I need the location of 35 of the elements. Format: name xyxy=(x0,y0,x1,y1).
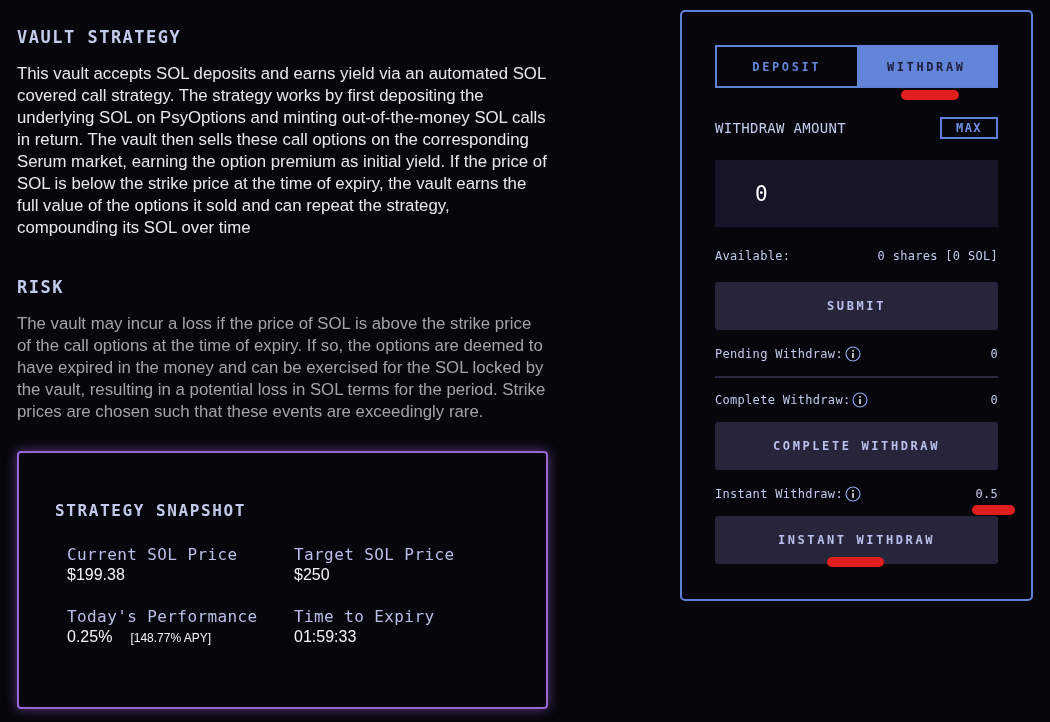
stat-label: Current SOL Price xyxy=(67,545,239,565)
amount-field[interactable]: 0 xyxy=(715,160,998,227)
stat-label: Time to Expiry xyxy=(294,607,436,627)
stat-value: 0 xyxy=(990,393,998,407)
amount-label: WITHDRAW AMOUNT xyxy=(715,120,846,136)
info-icon[interactable] xyxy=(852,392,869,408)
max-button[interactable]: MAX xyxy=(940,117,998,139)
stat-label: Pending Withdraw: xyxy=(715,347,843,361)
stat-note: [148.77% APY] xyxy=(130,631,212,645)
stat-label: Today's Performance xyxy=(67,607,259,627)
section-heading: RISK xyxy=(17,277,65,297)
underline-mark xyxy=(972,505,1015,515)
stat-label: Target SOL Price xyxy=(294,545,456,565)
stat-label: Complete Withdraw: xyxy=(715,393,851,407)
available-value: 0 shares [0 SOL] xyxy=(877,249,998,263)
underline-mark xyxy=(827,557,884,567)
stat-value: $199.38 xyxy=(67,565,125,585)
action-button[interactable]: INSTANT WITHDRAW xyxy=(715,516,998,564)
stat-value: $250 xyxy=(294,565,330,585)
stat-value: 0 xyxy=(990,347,998,361)
mode-tab[interactable]: WITHDRAW xyxy=(856,47,996,86)
stat-value: 01:59:33 xyxy=(294,627,357,647)
section-paragraph: The vault may incur a loss if the price of SOL is above the strike price of the call options at the time of expiry. If so, the options are deemed to have expired in the money and can be exercised for the SOL locked by the vault, resulting in a potential loss in SOL terms for the period. Strike prices are chosen such that these events are exceedingly rare. xyxy=(17,313,547,423)
section-paragraph: This vault accepts SOL deposits and earns yield via an automated SOL covered call strategy. The strategy works by first depositing the underlying SOL on PsyOptions and minting out-of-the-money SOL calls in return. The vault then sells these call options on the corresponding Serum market, earning the option premium as initial yield. If the price of SOL is below the strike price at the time of expiry, the vault earns the full value of the options it sold and can repeat the strategy, compounding its SOL over time xyxy=(17,63,548,239)
action-button[interactable]: COMPLETE WITHDRAW xyxy=(715,422,998,470)
stat-value: 0.25% xyxy=(67,627,113,647)
info-icon[interactable] xyxy=(844,346,861,362)
snapshot-title: STRATEGY SNAPSHOT xyxy=(55,501,247,520)
available-label: Available: xyxy=(715,249,791,263)
stat-label: Instant Withdraw: xyxy=(715,487,843,501)
section-heading: VAULT STRATEGY xyxy=(17,27,183,47)
info-icon[interactable] xyxy=(844,486,861,502)
stat-value: 0.5 xyxy=(975,487,998,501)
action-button[interactable]: SUBMIT xyxy=(715,282,998,330)
underline-mark xyxy=(901,90,959,100)
